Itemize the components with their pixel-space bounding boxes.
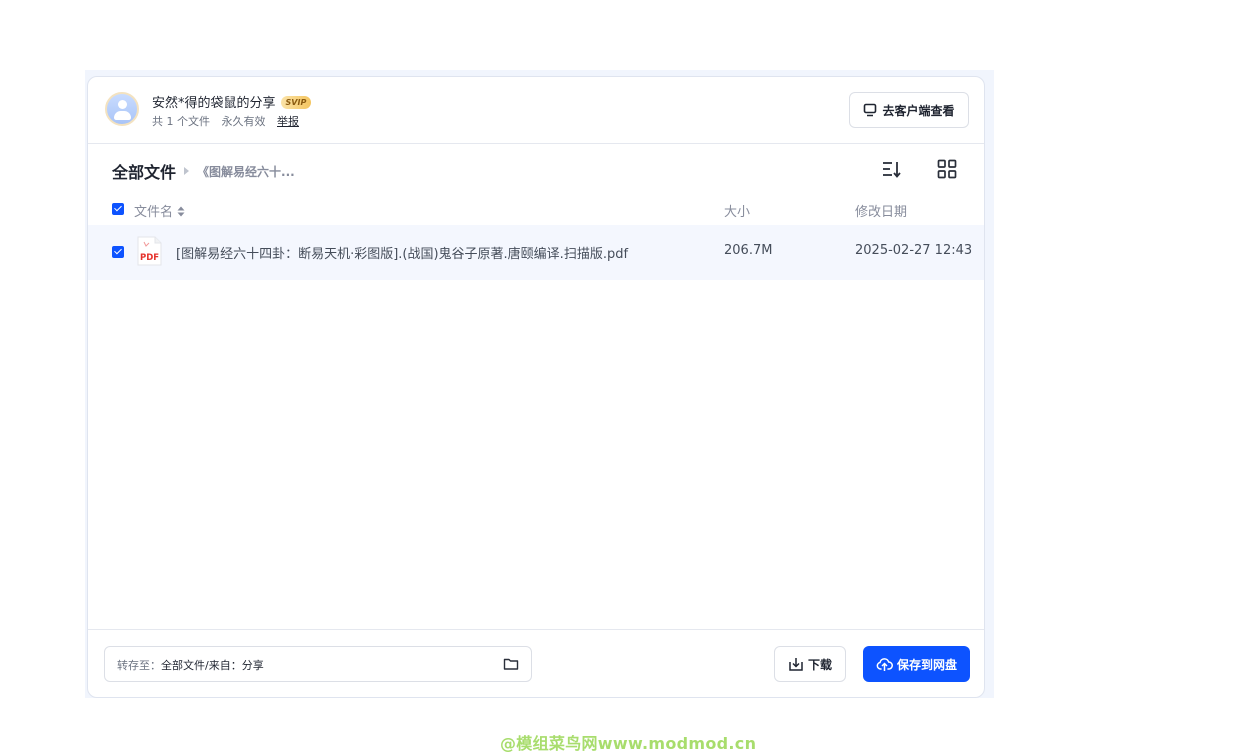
avatar-body xyxy=(114,111,131,120)
share-header: 安然*得的袋鼠的分享 SVIP 共 1 个文件 永久有效 举报 去客户端查看 xyxy=(88,77,984,144)
breadcrumb-separator-icon xyxy=(184,167,190,175)
watermark: @模组菜鸟网www.modmod.cn xyxy=(500,734,757,753)
file-size: 206.7M xyxy=(724,243,773,258)
report-link[interactable]: 举报 xyxy=(277,115,299,128)
share-meta: 共 1 个文件 永久有效 举报 xyxy=(152,113,307,129)
save-to-drive-button[interactable]: 保存到网盘 xyxy=(863,646,970,682)
file-date: 2025-02-27 12:43 xyxy=(855,243,973,258)
column-name-header[interactable]: 文件名 xyxy=(134,201,185,220)
column-date-header: 修改日期 xyxy=(855,205,908,220)
save-to-drive-label: 保存到网盘 xyxy=(896,657,957,672)
save-destination-field[interactable]: 转存至：全部文件/来自：分享 xyxy=(104,646,532,682)
file-name[interactable]: [图解易经六十四卦：断易天机·彩图版].(战国)鬼谷子原著.唐颐编译.扫描版.p… xyxy=(176,243,628,262)
grid-view-button[interactable] xyxy=(935,157,959,181)
sort-arrows-icon xyxy=(177,206,185,217)
select-all-checkbox[interactable] xyxy=(112,203,124,215)
file-count: 共 1 个文件 xyxy=(152,115,210,128)
save-to-value: 全部文件/来自：分享 xyxy=(161,659,264,672)
folder-icon[interactable] xyxy=(503,656,519,672)
footer-bar: 转存至：全部文件/来自：分享 下载 保存到网盘 xyxy=(88,629,984,697)
breadcrumb-current: 《图解易经六十... xyxy=(197,164,295,179)
breadcrumb-root[interactable]: 全部文件 xyxy=(112,159,176,183)
row-checkbox[interactable] xyxy=(112,246,124,258)
avatar xyxy=(105,92,139,126)
save-destination-text: 转存至：全部文件/来自：分享 xyxy=(117,657,264,673)
validity: 永久有效 xyxy=(221,115,266,128)
share-panel: 安然*得的袋鼠的分享 SVIP 共 1 个文件 永久有效 举报 去客户端查看 全部… xyxy=(87,76,985,698)
save-to-label: 转存至： xyxy=(117,659,161,672)
breadcrumb: 全部文件 《图解易经六十... xyxy=(112,159,295,183)
sort-icon xyxy=(883,162,901,178)
column-size-header: 大小 xyxy=(724,205,751,220)
sort-button[interactable] xyxy=(880,157,904,181)
sharer-name: 安然*得的袋鼠的分享 xyxy=(152,96,276,111)
sharer-title: 安然*得的袋鼠的分享 SVIP xyxy=(152,92,312,111)
cloud-upload-icon xyxy=(876,658,893,671)
svip-badge: SVIP xyxy=(280,96,312,109)
download-button[interactable]: 下载 xyxy=(774,646,846,682)
svg-text:PDF: PDF xyxy=(140,253,159,263)
table-header: 文件名 大小 修改日期 xyxy=(88,195,984,223)
grid-icon xyxy=(937,159,957,179)
open-client-button[interactable]: 去客户端查看 xyxy=(849,92,969,128)
open-client-label: 去客户端查看 xyxy=(882,103,955,118)
column-name-label: 文件名 xyxy=(134,205,174,220)
table-row[interactable]: PDF [图解易经六十四卦：断易天机·彩图版].(战国)鬼谷子原著.唐颐编译.扫… xyxy=(88,225,984,280)
avatar-head xyxy=(118,100,127,109)
download-icon xyxy=(789,658,803,671)
pdf-file-icon: PDF xyxy=(137,236,162,266)
monitor-icon xyxy=(864,103,877,117)
download-label: 下载 xyxy=(807,657,832,672)
